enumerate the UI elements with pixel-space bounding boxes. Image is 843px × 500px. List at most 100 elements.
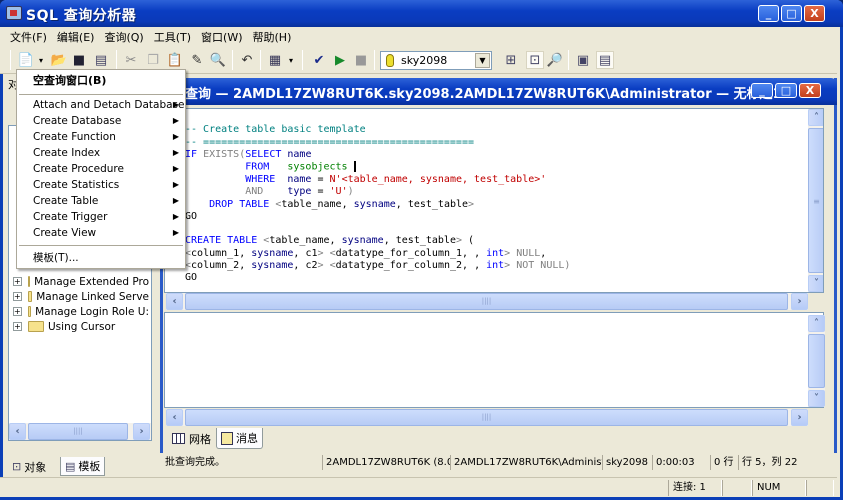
objects-icon: ⊡	[12, 460, 22, 473]
parse-check-icon[interactable]: ✔	[310, 51, 328, 69]
expand-icon[interactable]: +	[13, 277, 22, 286]
editor-vertical-scrollbar[interactable]: ˄ ≡ ˅	[808, 109, 823, 292]
close-button[interactable]: X	[804, 5, 825, 22]
tree-item[interactable]: + Manage Linked Serve	[13, 289, 149, 304]
menu-item-create-procedure[interactable]: Create Procedure ▶	[17, 161, 185, 177]
scroll-down-icon[interactable]: ˅	[808, 275, 823, 292]
chevron-down-icon[interactable]: ▼	[475, 53, 490, 68]
minimize-button[interactable]: _	[758, 5, 779, 22]
dropdown-arrow-icon[interactable]: ▾	[36, 51, 46, 69]
scroll-right-icon[interactable]: ›	[791, 409, 808, 426]
expand-icon[interactable]: +	[13, 307, 22, 316]
code-text[interactable]: -- Create table basic template -- =======…	[185, 112, 570, 292]
menu-query[interactable]: 查询(Q)	[100, 27, 149, 46]
submenu-arrow-icon: ▶	[172, 116, 179, 125]
submenu-arrow-icon: ▶	[172, 132, 179, 141]
menu-item-create-view[interactable]: Create View ▶	[17, 225, 185, 241]
dropdown-arrow-icon[interactable]: ▾	[286, 51, 296, 69]
new-query-dropdown-menu: 空查询窗口(B) Attach and Detach Database ▶ Cre…	[16, 69, 186, 269]
folder-icon	[27, 306, 32, 317]
scroll-down-icon[interactable]: ˅	[808, 390, 825, 407]
execute-icon[interactable]: ▶	[331, 51, 349, 69]
find-icon[interactable]: 🔍	[209, 51, 227, 69]
child-close-button[interactable]: X	[799, 83, 821, 98]
query-editor[interactable]: -- Create table basic template -- =======…	[164, 108, 824, 293]
database-select[interactable]: sky2098 ▼	[380, 51, 492, 70]
copy-icon[interactable]: ❐	[144, 51, 162, 69]
menu-file[interactable]: 文件(F)	[6, 27, 53, 46]
tab-messages[interactable]: 消息	[216, 428, 263, 449]
tree-item[interactable]: + Manage Extended Pro	[13, 274, 149, 289]
scroll-right-icon[interactable]: ›	[791, 293, 808, 310]
tab-objects[interactable]: ⊡ 对象	[8, 457, 50, 476]
load-script-icon[interactable]: ▤	[92, 51, 110, 69]
menu-item-create-trigger[interactable]: Create Trigger ▶	[17, 209, 185, 225]
menu-item-empty-query-window[interactable]: 空查询窗口(B)	[17, 73, 185, 89]
menu-item-create-function[interactable]: Create Function ▶	[17, 129, 185, 145]
paste-icon[interactable]: 📋	[166, 51, 184, 69]
scroll-left-icon[interactable]: ‹	[166, 293, 183, 310]
scrollbar-thumb[interactable]: ||||	[185, 409, 788, 426]
show-results-pane-icon[interactable]: ▤	[596, 51, 614, 69]
results-horizontal-scrollbar[interactable]: ‹ |||| ›	[166, 409, 808, 426]
tree-item[interactable]: + Manage Login Role U:	[13, 304, 149, 319]
menu-item-create-table[interactable]: Create Table ▶	[17, 193, 185, 209]
expand-icon[interactable]: +	[13, 292, 22, 301]
code-line: <column_1, sysname, c1> <datatype_for_co…	[185, 247, 547, 259]
menu-item-create-database[interactable]: Create Database ▶	[17, 113, 185, 129]
clear-window-icon[interactable]: ✎	[188, 51, 206, 69]
editor-horizontal-scrollbar[interactable]: ‹ |||| ›	[166, 293, 808, 310]
menu-item-create-index[interactable]: Create Index ▶	[17, 145, 185, 161]
undo-icon[interactable]: ↶	[238, 51, 256, 69]
status-rows: 0 行	[710, 455, 738, 470]
menu-edit[interactable]: 编辑(E)	[53, 27, 101, 46]
scroll-up-icon[interactable]: ˄	[808, 315, 825, 332]
maximize-icon: □	[786, 7, 797, 20]
tree-horizontal-scrollbar[interactable]: ‹ |||| ›	[9, 423, 151, 440]
maximize-button[interactable]: □	[781, 5, 802, 22]
child-maximize-button[interactable]: □	[775, 83, 797, 98]
code-line: DROP TABLE <table_name, sysname, test_ta…	[209, 198, 475, 210]
cut-icon[interactable]: ✂	[122, 51, 140, 69]
code-line: GO	[185, 272, 198, 284]
menu-help[interactable]: 帮助(H)	[249, 27, 298, 46]
title-bar[interactable]: SQL 查询分析器 _ □ X	[0, 0, 843, 27]
menu-tools[interactable]: 工具(T)	[150, 27, 197, 46]
object-search-icon[interactable]: 🔎	[546, 51, 564, 69]
child-minimize-button[interactable]: _	[751, 83, 773, 98]
open-folder-icon[interactable]: 📂	[50, 51, 68, 69]
tab-templates[interactable]: ▤ 模板	[60, 457, 106, 476]
folder-icon	[28, 321, 44, 332]
scrollbar-thumb[interactable]: ≡	[808, 128, 823, 273]
menu-item-create-statistics[interactable]: Create Statistics ▶	[17, 177, 185, 193]
expand-icon[interactable]: +	[13, 322, 22, 331]
display-plan-icon[interactable]: ⊞	[502, 51, 520, 69]
query-status-bar: 批查询完成。 2AMDL17ZW8RUT6K (8.0) 2AMDL17ZW8R…	[160, 453, 837, 472]
menu-item-templates[interactable]: 模板(T)...	[17, 250, 185, 266]
scrollbar-thumb[interactable]: ||||	[185, 293, 788, 310]
results-grid-icon[interactable]: ▦	[266, 51, 284, 69]
status-message: 批查询完成。	[165, 457, 225, 468]
scrollbar-thumb[interactable]	[808, 334, 825, 388]
templates-icon: ▤	[65, 459, 76, 473]
object-browser-icon[interactable]: ⊡	[526, 51, 544, 69]
connection-properties-icon[interactable]: ▣	[574, 51, 592, 69]
results-vertical-scrollbar[interactable]: ˄ ˅	[808, 315, 825, 407]
save-icon[interactable]: ■	[70, 51, 88, 69]
tab-grid[interactable]: 网格	[168, 428, 215, 449]
tree-item[interactable]: + Using Cursor	[13, 319, 149, 334]
status-database: sky2098	[602, 455, 652, 470]
results-pane[interactable]: ˄ ˅	[164, 312, 825, 408]
scrollbar-thumb[interactable]: ||||	[28, 423, 128, 440]
status-connections: 连接: 1	[668, 480, 722, 496]
menu-item-attach-detach-database[interactable]: Attach and Detach Database ▶	[17, 97, 185, 113]
code-line: FROM sysobjects	[185, 161, 570, 174]
scroll-left-icon[interactable]: ‹	[166, 409, 183, 426]
scroll-right-icon[interactable]: ›	[133, 423, 150, 440]
new-query-icon[interactable]: 📄	[17, 51, 35, 69]
scroll-left-icon[interactable]: ‹	[9, 423, 26, 440]
menu-window[interactable]: 窗口(W)	[197, 27, 248, 46]
query-window-title-bar[interactable]: 查询 — 2AMDL17ZW8RUT6K.sky2098.2AMDL17ZW8R…	[160, 78, 837, 105]
scroll-up-icon[interactable]: ˄	[808, 109, 823, 126]
stop-icon[interactable]: ■	[352, 51, 370, 69]
